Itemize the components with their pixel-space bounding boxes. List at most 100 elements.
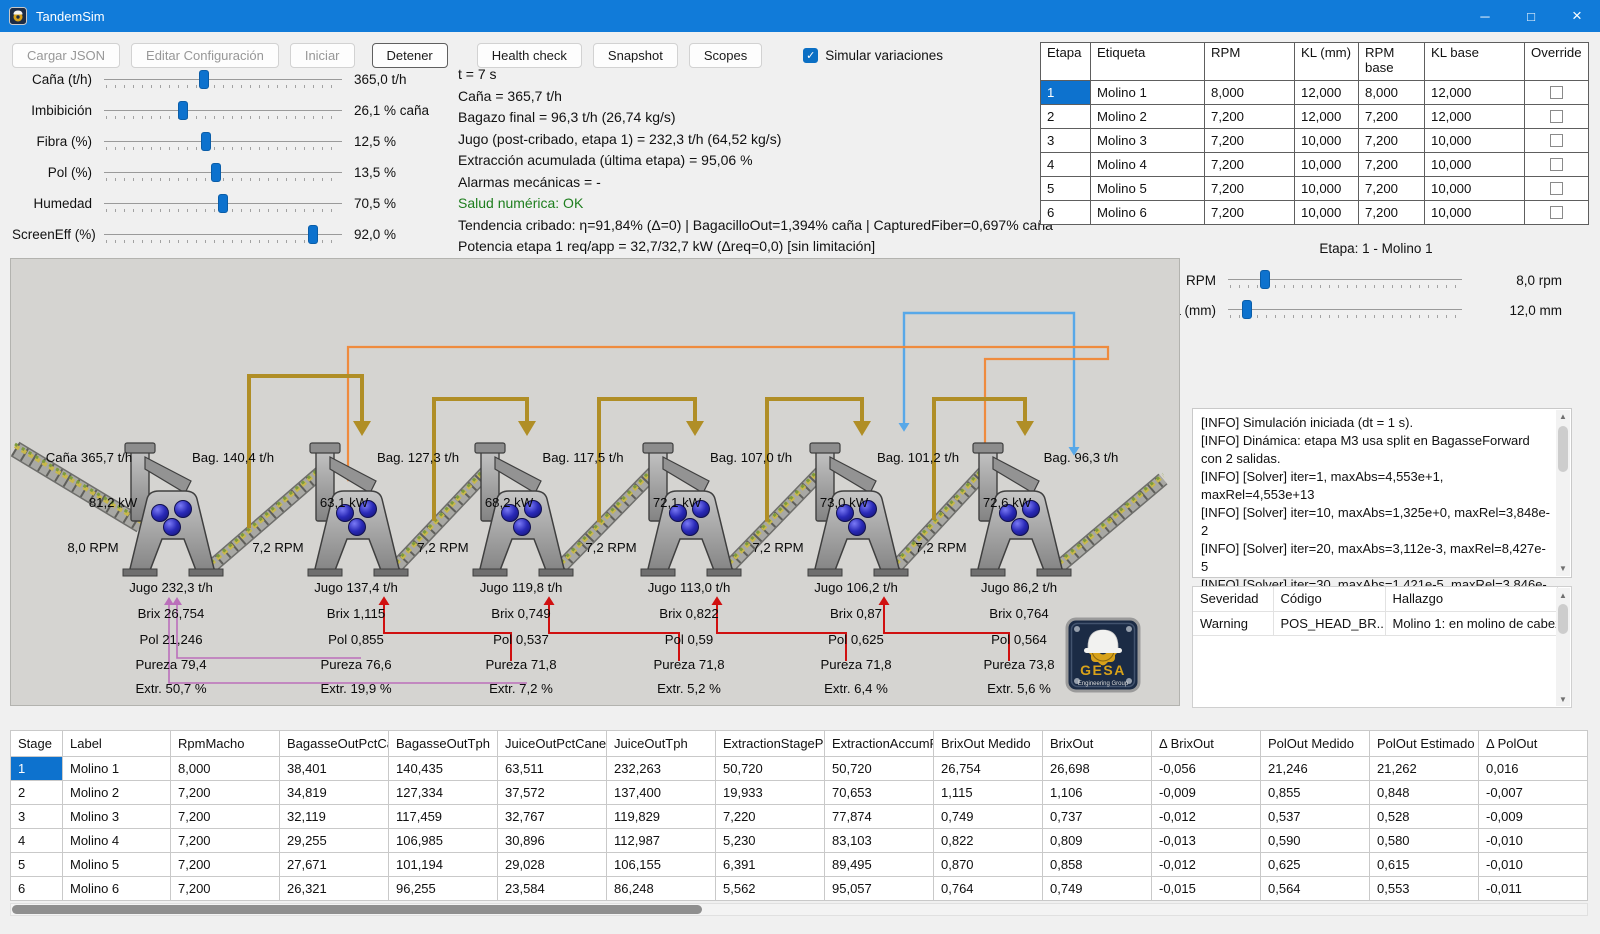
results-header[interactable]: ExtractionAccumP bbox=[825, 731, 934, 757]
results-cell: 96,255 bbox=[389, 877, 498, 901]
findings-row[interactable]: WarningPOS_HEAD_BR...Molino 1: en molino… bbox=[1193, 611, 1557, 635]
log-scrollbar-thumb[interactable] bbox=[1558, 426, 1568, 472]
results-header[interactable]: Stage bbox=[11, 731, 63, 757]
results-row[interactable]: 5Molino 57,20027,671101,19429,028106,155… bbox=[11, 853, 1588, 877]
input-slider-1-slider[interactable] bbox=[104, 100, 342, 122]
mill-3-power-label: 68,2 kW bbox=[485, 495, 534, 510]
findings-header[interactable]: Severidad bbox=[1193, 587, 1273, 611]
results-row[interactable]: 4Molino 47,20029,255106,98530,896112,987… bbox=[11, 829, 1588, 853]
slider-handle[interactable] bbox=[1242, 300, 1252, 319]
results-header[interactable]: JuiceOutPctCane bbox=[498, 731, 607, 757]
stage-table-row[interactable]: 5Molino 57,20010,0007,20010,000 bbox=[1041, 177, 1589, 201]
stage-table-header[interactable]: Etapa bbox=[1041, 43, 1091, 81]
results-header[interactable]: ExtractionStagePe bbox=[716, 731, 825, 757]
log-scrollbar[interactable]: ▲ ▼ bbox=[1556, 410, 1570, 576]
results-cell: Molino 6 bbox=[63, 877, 171, 901]
slider-handle[interactable] bbox=[201, 132, 211, 151]
results-header[interactable]: BrixOut Medido bbox=[934, 731, 1043, 757]
mill-1-pol-label: Pol 21,246 bbox=[139, 632, 202, 647]
results-header[interactable]: RpmMacho bbox=[171, 731, 280, 757]
stage-cell-kl: 12,000 bbox=[1295, 105, 1359, 129]
results-header[interactable]: JuiceOutTph bbox=[607, 731, 716, 757]
slider-handle[interactable] bbox=[199, 70, 209, 89]
results-header[interactable]: PolOut Estimado bbox=[1370, 731, 1479, 757]
mill-1-purity-label: Pureza 79,4 bbox=[135, 657, 206, 672]
results-header[interactable]: PolOut Medido bbox=[1261, 731, 1370, 757]
input-slider-5-value: 92,0 % bbox=[342, 227, 447, 242]
stage-table-row[interactable]: 2Molino 27,20012,0007,20012,000 bbox=[1041, 105, 1589, 129]
results-row[interactable]: 1Molino 18,00038,401140,43563,511232,263… bbox=[11, 757, 1588, 781]
stage-slider-0-slider[interactable] bbox=[1228, 269, 1462, 291]
scroll-down-icon[interactable]: ▼ bbox=[1556, 692, 1570, 706]
stage-slider-1-slider[interactable] bbox=[1228, 299, 1462, 321]
stage-cell-rpm: 7,200 bbox=[1205, 105, 1295, 129]
stage-cell-kl: 10,000 bbox=[1295, 129, 1359, 153]
results-cell: 21,262 bbox=[1370, 757, 1479, 781]
stage-table-header[interactable]: RPM base bbox=[1359, 43, 1425, 81]
slider-handle[interactable] bbox=[1260, 270, 1270, 289]
stage-table-header[interactable]: KL (mm) bbox=[1295, 43, 1359, 81]
maximize-icon[interactable]: □ bbox=[1508, 0, 1554, 32]
snapshot-button[interactable]: Snapshot bbox=[593, 43, 678, 68]
slider-handle[interactable] bbox=[308, 225, 318, 244]
scroll-up-icon[interactable]: ▲ bbox=[1556, 410, 1570, 424]
minimize-icon[interactable]: ─ bbox=[1462, 0, 1508, 32]
results-row[interactable]: 6Molino 67,20026,32196,25523,58486,2485,… bbox=[11, 877, 1588, 901]
log-box[interactable]: [INFO] Simulación iniciada (dt = 1 s).[I… bbox=[1192, 408, 1572, 578]
input-slider-3-slider[interactable] bbox=[104, 162, 342, 184]
results-cell: 7,220 bbox=[716, 805, 825, 829]
scopes-button[interactable]: Scopes bbox=[689, 43, 762, 68]
results-hscrollbar[interactable] bbox=[10, 903, 1588, 916]
stage-slider-1-value: 12,0 mm bbox=[1462, 303, 1562, 318]
override-checkbox[interactable] bbox=[1550, 182, 1563, 195]
results-header[interactable]: Δ PolOut bbox=[1479, 731, 1588, 757]
stage-table-row[interactable]: 6Molino 67,20010,0007,20010,000 bbox=[1041, 201, 1589, 225]
scroll-up-icon[interactable]: ▲ bbox=[1556, 588, 1570, 602]
findings-scrollbar[interactable]: ▲ ▼ bbox=[1556, 588, 1570, 706]
override-checkbox[interactable] bbox=[1550, 134, 1563, 147]
stage-table-header[interactable]: Override bbox=[1525, 43, 1589, 81]
override-checkbox[interactable] bbox=[1550, 206, 1563, 219]
findings-header[interactable]: Código bbox=[1273, 587, 1385, 611]
findings-header[interactable]: Hallazgo bbox=[1385, 587, 1557, 611]
results-header[interactable]: BrixOut bbox=[1043, 731, 1152, 757]
close-icon[interactable]: × bbox=[1554, 0, 1600, 32]
stage-cell-rpm_base: 7,200 bbox=[1359, 201, 1425, 225]
input-slider-2-slider[interactable] bbox=[104, 131, 342, 153]
results-header[interactable]: BagasseOutTph bbox=[389, 731, 498, 757]
stage-table-header[interactable]: KL base bbox=[1425, 43, 1525, 81]
results-header[interactable]: BagasseOutPctCa bbox=[280, 731, 389, 757]
stage-cell-etapa: 1 bbox=[1041, 81, 1091, 105]
results-row[interactable]: 2Molino 27,20034,819127,33437,572137,400… bbox=[11, 781, 1588, 805]
mill-3-purity-label: Pureza 71,8 bbox=[485, 657, 556, 672]
results-header[interactable]: Δ BrixOut bbox=[1152, 731, 1261, 757]
stage-cell-rpm: 7,200 bbox=[1205, 201, 1295, 225]
stage-cell-etapa: 2 bbox=[1041, 105, 1091, 129]
results-hscrollbar-thumb[interactable] bbox=[12, 905, 702, 914]
sim-variations-checkbox[interactable]: ✓ bbox=[803, 48, 818, 63]
input-slider-5-slider[interactable] bbox=[104, 224, 342, 246]
override-checkbox[interactable] bbox=[1550, 158, 1563, 171]
status-line-5: Alarmas mecánicas = - bbox=[458, 174, 1036, 196]
mill-1-extraction-label: Extr. 50,7 % bbox=[135, 681, 206, 696]
slider-handle[interactable] bbox=[218, 194, 228, 213]
slider-handle[interactable] bbox=[211, 163, 221, 182]
stage-table-header[interactable]: RPM bbox=[1205, 43, 1295, 81]
input-slider-4-slider[interactable] bbox=[104, 193, 342, 215]
mill-diagram: Caña 365,7 t/hBag. 140,4 t/h81,2 kW8,0 R… bbox=[10, 258, 1180, 706]
override-checkbox[interactable] bbox=[1550, 110, 1563, 123]
results-cell: 70,653 bbox=[825, 781, 934, 805]
slider-handle[interactable] bbox=[178, 101, 188, 120]
results-header[interactable]: Label bbox=[63, 731, 171, 757]
stage-table-header[interactable]: Etiqueta bbox=[1091, 43, 1205, 81]
stage-table-row[interactable]: 1Molino 18,00012,0008,00012,000 bbox=[1041, 81, 1589, 105]
override-checkbox[interactable] bbox=[1550, 86, 1563, 99]
health-check-button[interactable]: Health check bbox=[477, 43, 582, 68]
stage-table-row[interactable]: 3Molino 37,20010,0007,20010,000 bbox=[1041, 129, 1589, 153]
findings-scrollbar-thumb[interactable] bbox=[1558, 604, 1568, 634]
results-cell: 32,119 bbox=[280, 805, 389, 829]
results-row[interactable]: 3Molino 37,20032,119117,45932,767119,829… bbox=[11, 805, 1588, 829]
stage-table-row[interactable]: 4Molino 47,20010,0007,20010,000 bbox=[1041, 153, 1589, 177]
input-slider-0-slider[interactable] bbox=[104, 69, 342, 91]
scroll-down-icon[interactable]: ▼ bbox=[1556, 562, 1570, 576]
